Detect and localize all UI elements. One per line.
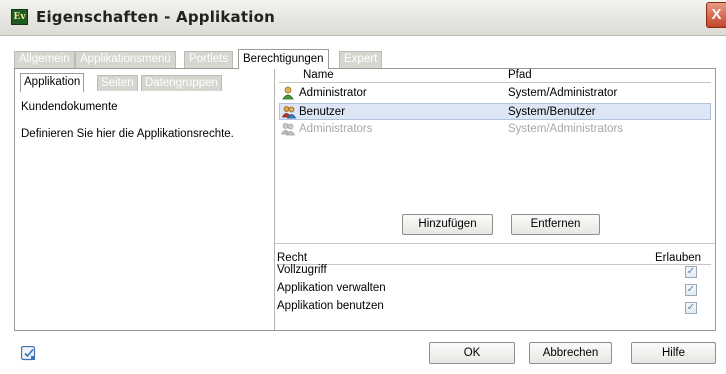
user-path: System/Benutzer xyxy=(508,106,596,118)
permission-label: Applikation benutzen xyxy=(277,300,384,312)
user-row[interactable]: Administrator System/Administrator xyxy=(279,85,711,102)
user-name: Benutzer xyxy=(299,106,346,118)
horizontal-splitter[interactable] xyxy=(275,243,715,244)
subtab-seiten[interactable]: Seiten xyxy=(97,75,138,91)
remove-button[interactable]: Entfernen xyxy=(511,214,600,235)
user-icon xyxy=(282,86,294,100)
table-header-divider xyxy=(279,82,711,83)
title-bar[interactable]: Ev Eigenschaften - Applikation X xyxy=(0,0,726,36)
subtab-datengruppen[interactable]: Datengruppen xyxy=(141,75,222,91)
permission-row: Vollzugriff ✓ xyxy=(277,263,711,281)
application-name: Kundendokumente xyxy=(21,101,118,113)
tab-content-berechtigungen: Applikation Seiten Datengruppen Kundendo… xyxy=(14,68,716,331)
cancel-button[interactable]: Abbrechen xyxy=(529,342,612,364)
panel-description: Definieren Sie hier die Applikationsrech… xyxy=(21,128,234,140)
permission-row: Applikation benutzen ✓ xyxy=(277,299,711,317)
tab-expert[interactable]: Expert xyxy=(339,51,383,68)
users-group-icon xyxy=(282,106,296,119)
window-title: Eigenschaften - Applikation xyxy=(36,8,275,26)
allow-checkbox[interactable]: ✓ xyxy=(685,266,697,278)
permission-row: Applikation verwalten ✓ xyxy=(277,281,711,299)
edit-note-icon[interactable] xyxy=(21,346,36,361)
subtab-applikation[interactable]: Applikation xyxy=(20,73,85,92)
column-header-name[interactable]: Name xyxy=(303,69,334,81)
user-row-disabled[interactable]: Administrators System/Administrators xyxy=(279,121,711,138)
tab-applikationsmenue[interactable]: Applikationsmenü xyxy=(75,51,176,68)
user-name: Administrator xyxy=(299,87,367,99)
app-icon: Ev xyxy=(11,9,28,25)
close-button[interactable]: X xyxy=(706,2,726,28)
user-path: System/Administrators xyxy=(508,123,624,135)
ok-button[interactable]: OK xyxy=(429,342,515,364)
users-group-icon xyxy=(281,123,295,136)
add-button[interactable]: Hinzufügen xyxy=(402,214,493,235)
panel-splitter[interactable] xyxy=(274,69,275,330)
help-button[interactable]: Hilfe xyxy=(631,342,716,364)
tab-allgemein[interactable]: Allgemein xyxy=(14,51,75,68)
allow-checkbox[interactable]: ✓ xyxy=(685,302,697,314)
user-name: Administrators xyxy=(299,123,373,135)
user-path: System/Administrator xyxy=(508,87,618,99)
tab-portlets[interactable]: Portlets xyxy=(184,51,233,68)
permission-label: Applikation verwalten xyxy=(277,282,386,294)
column-header-path[interactable]: Pfad xyxy=(508,69,532,81)
allow-checkbox[interactable]: ✓ xyxy=(685,284,697,296)
permission-label: Vollzugriff xyxy=(277,264,327,276)
tab-berechtigungen[interactable]: Berechtigungen xyxy=(238,49,329,69)
user-row-selected[interactable]: Benutzer System/Benutzer xyxy=(279,103,711,120)
